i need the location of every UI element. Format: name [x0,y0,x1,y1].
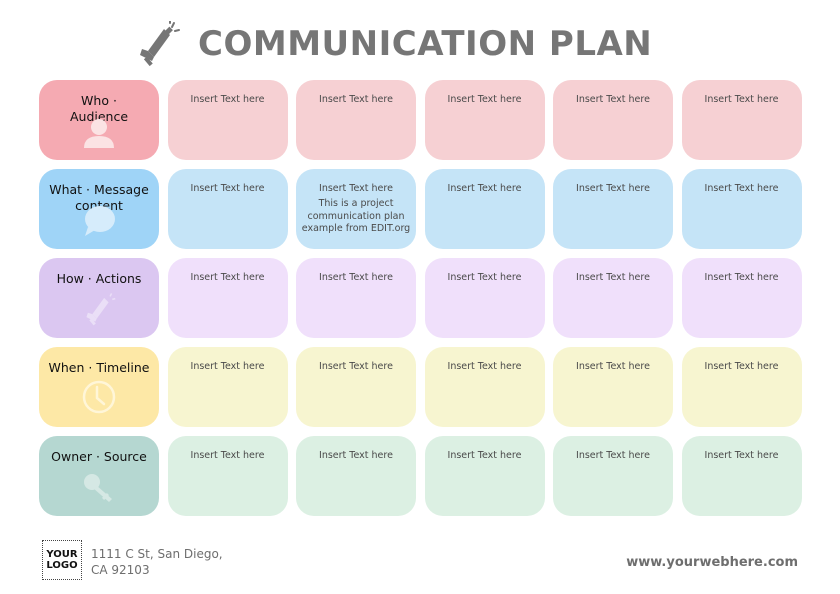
cell-text: Insert Text here [576,361,650,372]
row-header[interactable]: Owner · Source [39,436,159,516]
cell-text: Insert Text here [447,272,522,283]
text-cell[interactable]: Insert Text here [553,258,673,338]
cell-text: Insert Text here [319,450,393,461]
logo-placeholder[interactable]: YOUR LOGO [42,540,82,580]
cell-text: Insert Text here [190,450,265,461]
text-cell[interactable]: Insert Text here [167,436,288,516]
person-icon [82,118,116,152]
text-cell[interactable]: Insert Text here [553,169,673,249]
text-cell[interactable]: Insert Text here [681,436,802,516]
text-cell[interactable]: Insert Text here [167,169,288,249]
row-header-label: Who · [81,93,117,108]
text-cell[interactable]: Insert Text here [296,80,416,160]
text-cell[interactable]: Insert Text here [424,169,545,249]
text-cell[interactable]: Insert Text here [681,169,802,249]
text-cell[interactable]: Insert Text here [167,347,288,427]
row-header[interactable]: When · Timeline [39,347,159,427]
cell-text: Insert Text here [576,272,650,283]
communication-plan-table: Who · Audience Insert Text here Insert Text… [39,80,802,516]
text-cell[interactable]: Insert Text here [296,347,416,427]
text-cell[interactable]: Insert Text here [681,80,802,160]
cell-text: Insert Text here [190,272,265,283]
cell-text: Insert Text here [704,361,779,372]
text-cell[interactable]: Insert Text here [296,436,416,516]
website-link[interactable]: www.yourwebhere.com [626,555,798,570]
logo-text-line2: LOGO [46,560,78,571]
cell-extra-text: This is a project communication plan exa… [301,198,411,234]
text-cell[interactable]: Insert Text here [424,436,545,516]
text-cell[interactable]: Insert Text here [553,436,673,516]
cell-text: Insert Text here [704,183,779,194]
row-header-label: How · Actions [56,271,142,286]
text-cell[interactable]: Insert Text here [167,80,288,160]
cell-text: Insert Text here [576,94,650,105]
megaphone-icon [140,21,180,67]
megaphone-icon [81,292,117,330]
logo-text-line1: YOUR [46,549,78,560]
cell-text: Insert Text here [319,361,393,372]
cell-text: Insert Text here [447,450,522,461]
address: 1111 C St, San Diego, CA 92103 [91,546,223,578]
address-line2: CA 92103 [91,563,150,577]
row-header[interactable]: How · Actions [39,258,159,338]
cell-text: Insert Text here [704,272,779,283]
address-line1: 1111 C St, San Diego, [91,547,223,561]
row-header-label: Owner · Source [51,449,147,464]
row-header-label: What · Message [49,182,149,197]
cell-text: Insert Text here [447,183,522,194]
text-cell[interactable]: Insert Text here [681,347,802,427]
cell-text: Insert Text here [576,450,650,461]
row-header[interactable]: Who · Audience [39,80,159,160]
text-cell[interactable]: Insert Text here [424,80,545,160]
row-header-label: When · Timeline [48,360,150,375]
key-icon [82,472,116,508]
clock-icon [81,379,117,419]
text-cell[interactable]: Insert Text here [424,258,545,338]
cell-text: Insert Text here [319,94,393,105]
cell-text: Insert Text here [704,450,779,461]
cell-text: Insert Text here [190,361,265,372]
text-cell[interactable]: Insert Text here [167,258,288,338]
cell-text: Insert Text here [190,94,265,105]
text-cell[interactable]: Insert Text here This is a project commun… [296,169,416,249]
speech-bubble-icon [82,205,116,241]
page-title: COMMUNICATION PLAN [198,24,653,64]
page-header: COMMUNICATION PLAN [134,18,652,70]
cell-text: Insert Text here [576,183,650,194]
cell-text: Insert Text here [319,272,393,283]
cell-text: Insert Text here [190,183,265,194]
text-cell[interactable]: Insert Text here [553,347,673,427]
cell-text: Insert Text here [704,94,779,105]
cell-text: Insert Text here [447,94,522,105]
cell-text: Insert Text here [447,361,522,372]
text-cell[interactable]: Insert Text here [296,258,416,338]
text-cell[interactable]: Insert Text here [424,347,545,427]
cell-text: Insert Text here [319,183,393,194]
text-cell[interactable]: Insert Text here [553,80,673,160]
row-header[interactable]: What · Message content [39,169,159,249]
text-cell[interactable]: Insert Text here [681,258,802,338]
